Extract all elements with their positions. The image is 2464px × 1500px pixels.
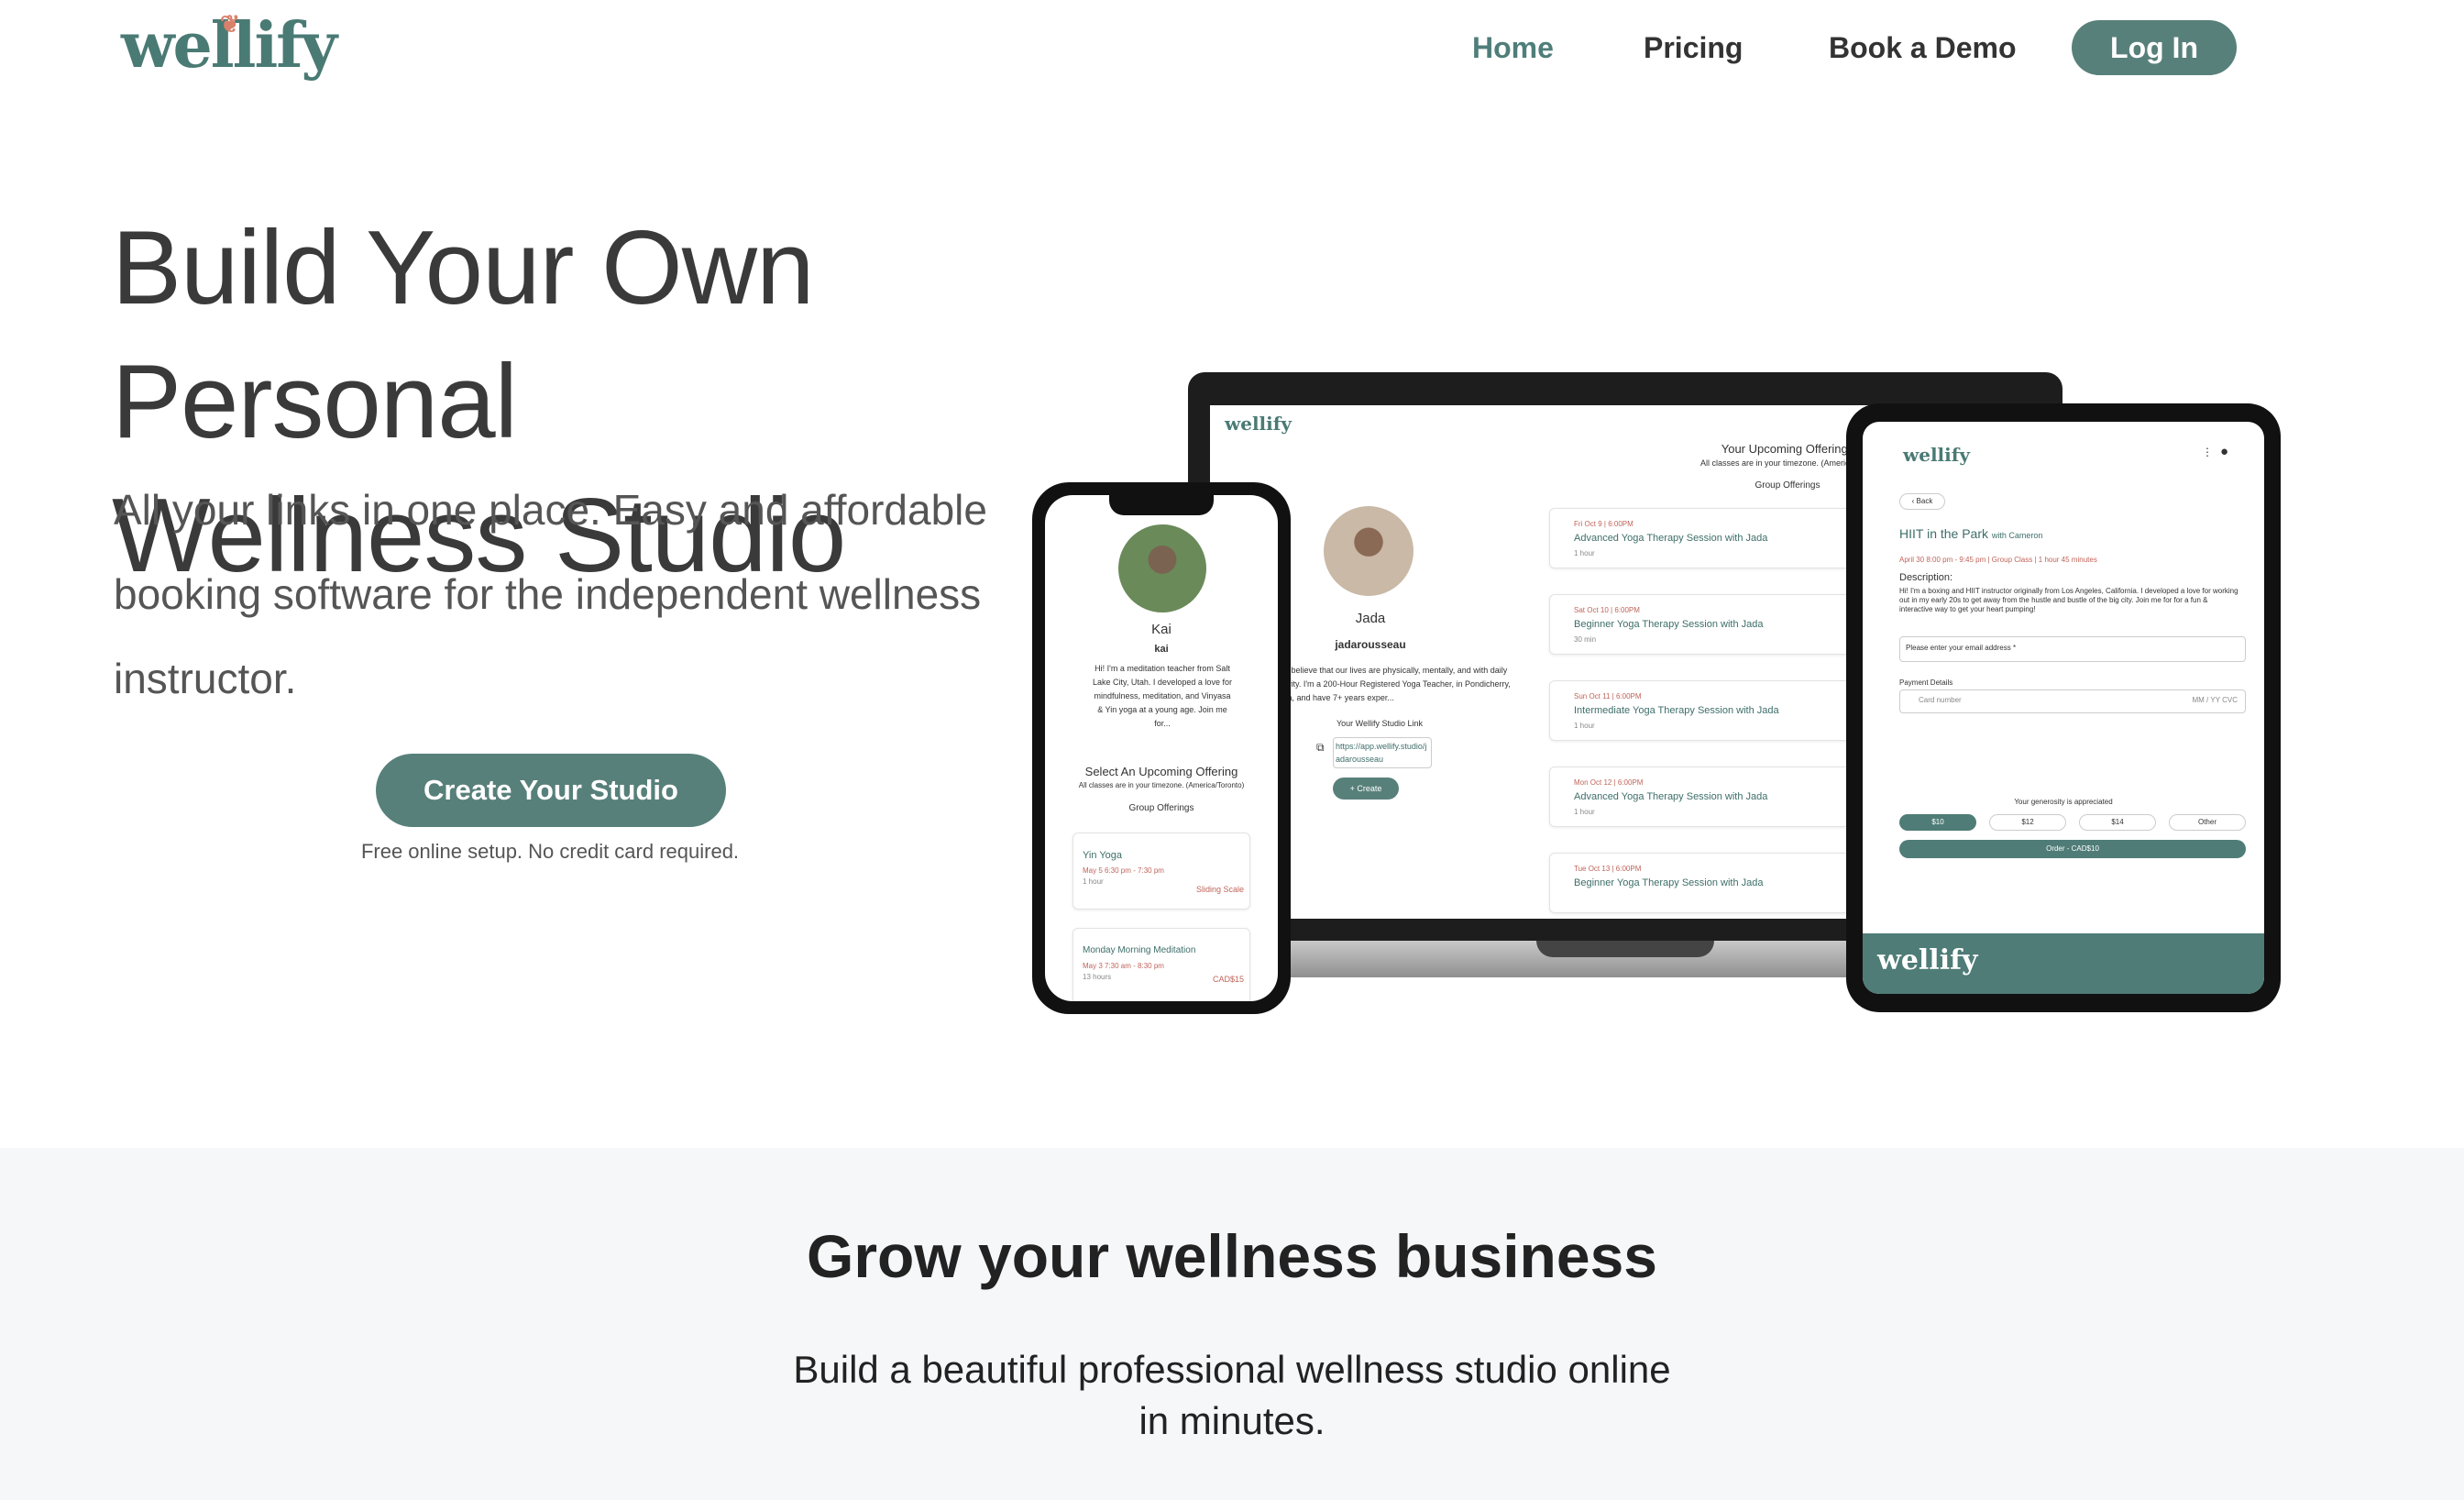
session-date: Mon Oct 12 | 6:00PM [1574,778,1644,787]
phone-mockup: Kai kai Hi! I'm a meditation teacher fro… [1032,482,1291,1014]
laptop-session-card[interactable]: Tue Oct 13 | 6:00PM Beginner Yoga Therap… [1549,853,1861,913]
tablet-desc-label: Description: [1899,572,1953,583]
offering-duration: 1 hour [1083,877,1104,886]
back-button[interactable]: ‹ Back [1899,493,1945,510]
copy-icon[interactable]: ⧉ [1316,741,1325,755]
phone-offering-card[interactable]: Monday Morning Meditation May 3 7:30 am … [1072,928,1250,1001]
amount-option[interactable]: $12 [1989,814,2066,831]
session-date: Sat Oct 10 | 6:00PM [1574,606,1640,614]
tablet-event-meta: April 30 8:00 pm - 9:45 pm | Group Class… [1899,556,2097,564]
nav-home[interactable]: Home [1472,31,1554,65]
session-date: Fri Oct 9 | 6:00PM [1574,520,1634,528]
tablet-generosity: Your generosity is appreciated [2014,798,2113,806]
laptop-name: Jada [1355,611,1386,626]
offering-title: Yin Yoga [1083,850,1123,861]
session-title: Intermediate Yoga Therapy Session with J… [1574,705,1779,716]
tablet-desc: Hi! I'm a boxing and HIIT instructor ori… [1899,587,2238,613]
offering-price: Sliding Scale [1195,885,1244,894]
phone-name: Kai [1151,622,1172,637]
session-duration: 1 hour [1574,549,1595,557]
offering-time: May 3 7:30 am - 8:30 pm [1083,962,1164,970]
more-icon[interactable]: ⋮ [2202,446,2213,458]
session-duration: 1 hour [1574,722,1595,730]
jada-avatar [1324,506,1414,596]
session-duration: 30 min [1574,635,1597,644]
grow-title: Grow your wellness business [807,1222,1657,1290]
event-instructor: with Cameron [1991,531,2043,540]
laptop-bio: Hi! I believe that our lives are physica… [1274,666,1511,702]
login-button[interactable]: Log In [2072,20,2237,75]
tablet-card-input[interactable]: Card number MM / YY CVC [1899,689,2246,713]
laptop-session-card[interactable]: Sat Oct 10 | 6:00PM Beginner Yoga Therap… [1549,594,1861,655]
session-duration: 1 hour [1574,808,1595,816]
grow-section: Grow your wellness business Build a beau… [0,1148,2464,1500]
laptop-group-label: Group Offerings [1754,480,1820,491]
session-date: Tue Oct 13 | 6:00PM [1574,865,1642,873]
laptop-create-button[interactable]: + Create [1333,778,1399,800]
laptop-notch [1536,941,1714,957]
top-nav: wellify ❦ Home Pricing Book a Demo Log I… [0,0,2464,101]
card-exp-placeholder: MM / YY CVC [2192,696,2238,704]
phone-group-label: Group Offerings [1128,803,1194,813]
amount-option[interactable]: $10 [1899,814,1976,831]
nav-book-demo[interactable]: Book a Demo [1829,31,2016,65]
laptop-session-card[interactable]: Sun Oct 11 | 6:00PM Intermediate Yoga Th… [1549,680,1861,741]
phone-offering-card[interactable]: Yin Yoga May 5 6:30 pm - 7:30 pm 1 hour … [1072,833,1250,910]
session-title: Advanced Yoga Therapy Session with Jada [1574,533,1768,544]
nav-pricing[interactable]: Pricing [1644,31,1743,65]
tablet-mockup: wellify ⋮ ● ‹ Back HIIT in the Park with… [1846,403,2281,1012]
laptop-session-card[interactable]: Fri Oct 9 | 6:00PM Advanced Yoga Therapy… [1549,508,1861,568]
tablet-footer: wellify [1863,933,2264,994]
tablet-payment-label: Payment Details [1899,678,1953,687]
event-title: HIIT in the Park [1899,526,1989,541]
back-label: Back [1916,497,1933,505]
offering-time: May 5 6:30 pm - 7:30 pm [1083,866,1164,875]
session-date: Sun Oct 11 | 6:00PM [1574,692,1642,700]
phone-handle: kai [1154,644,1169,655]
session-title: Advanced Yoga Therapy Session with Jada [1574,791,1768,802]
phone-bio: Hi! I'm a meditation teacher from Salt L… [1093,664,1232,728]
wellify-logo[interactable]: wellify ❦ [121,9,337,83]
amount-option[interactable]: $14 [2079,814,2156,831]
offering-title: Monday Morning Meditation [1083,945,1196,955]
laptop-session-card[interactable]: Mon Oct 12 | 6:00PM Advanced Yoga Therap… [1549,767,1861,827]
tablet-event-title: HIIT in the Park with Cameron [1899,526,2042,541]
cta-note: Free online setup. No credit card requir… [360,840,740,863]
create-studio-button[interactable]: Create Your Studio [376,754,726,827]
card-placeholder: Card number [1919,696,1962,704]
order-button[interactable]: Order - CAD$10 [1899,840,2246,858]
laptop-handle: jadarousseau [1335,638,1406,651]
offering-price: CAD$15 [1212,975,1244,984]
tablet-footer-logo: wellify [1877,944,1978,976]
session-title: Beginner Yoga Therapy Session with Jada [1574,619,1764,630]
account-icon[interactable]: ● [2220,444,2228,459]
tablet-logo: wellify [1903,444,1970,466]
kai-avatar [1118,524,1206,612]
phone-screen: Kai kai Hi! I'm a meditation teacher fro… [1045,495,1278,1001]
laptop-link-label: Your Wellify Studio Link [1336,719,1424,728]
laptop-studio-link[interactable]: https://app.wellify.studio/jadarousseau [1333,737,1432,768]
offering-duration: 13 hours [1083,973,1112,981]
tablet-email-input[interactable]: Please enter your email address * [1899,636,2246,662]
session-title: Beginner Yoga Therapy Session with Jada [1574,877,1764,888]
amount-option[interactable]: Other [2169,814,2246,831]
phone-notch [1109,495,1214,515]
tablet-screen: wellify ⋮ ● ‹ Back HIIT in the Park with… [1863,422,2264,994]
phone-tz-note: All classes are in your timezone. (Ameri… [1078,781,1245,789]
hero-subtitle: All your links in one place. Easy and af… [114,486,987,702]
laptop-logo: wellify [1225,413,1292,435]
grow-subtitle: Build a beautiful professional wellness … [793,1348,1671,1442]
phone-section-title: Select An Upcoming Offering [1084,765,1238,778]
leaf-icon: ❦ [220,11,240,39]
hero-title-line1: Build Your Own Personal [112,210,815,460]
